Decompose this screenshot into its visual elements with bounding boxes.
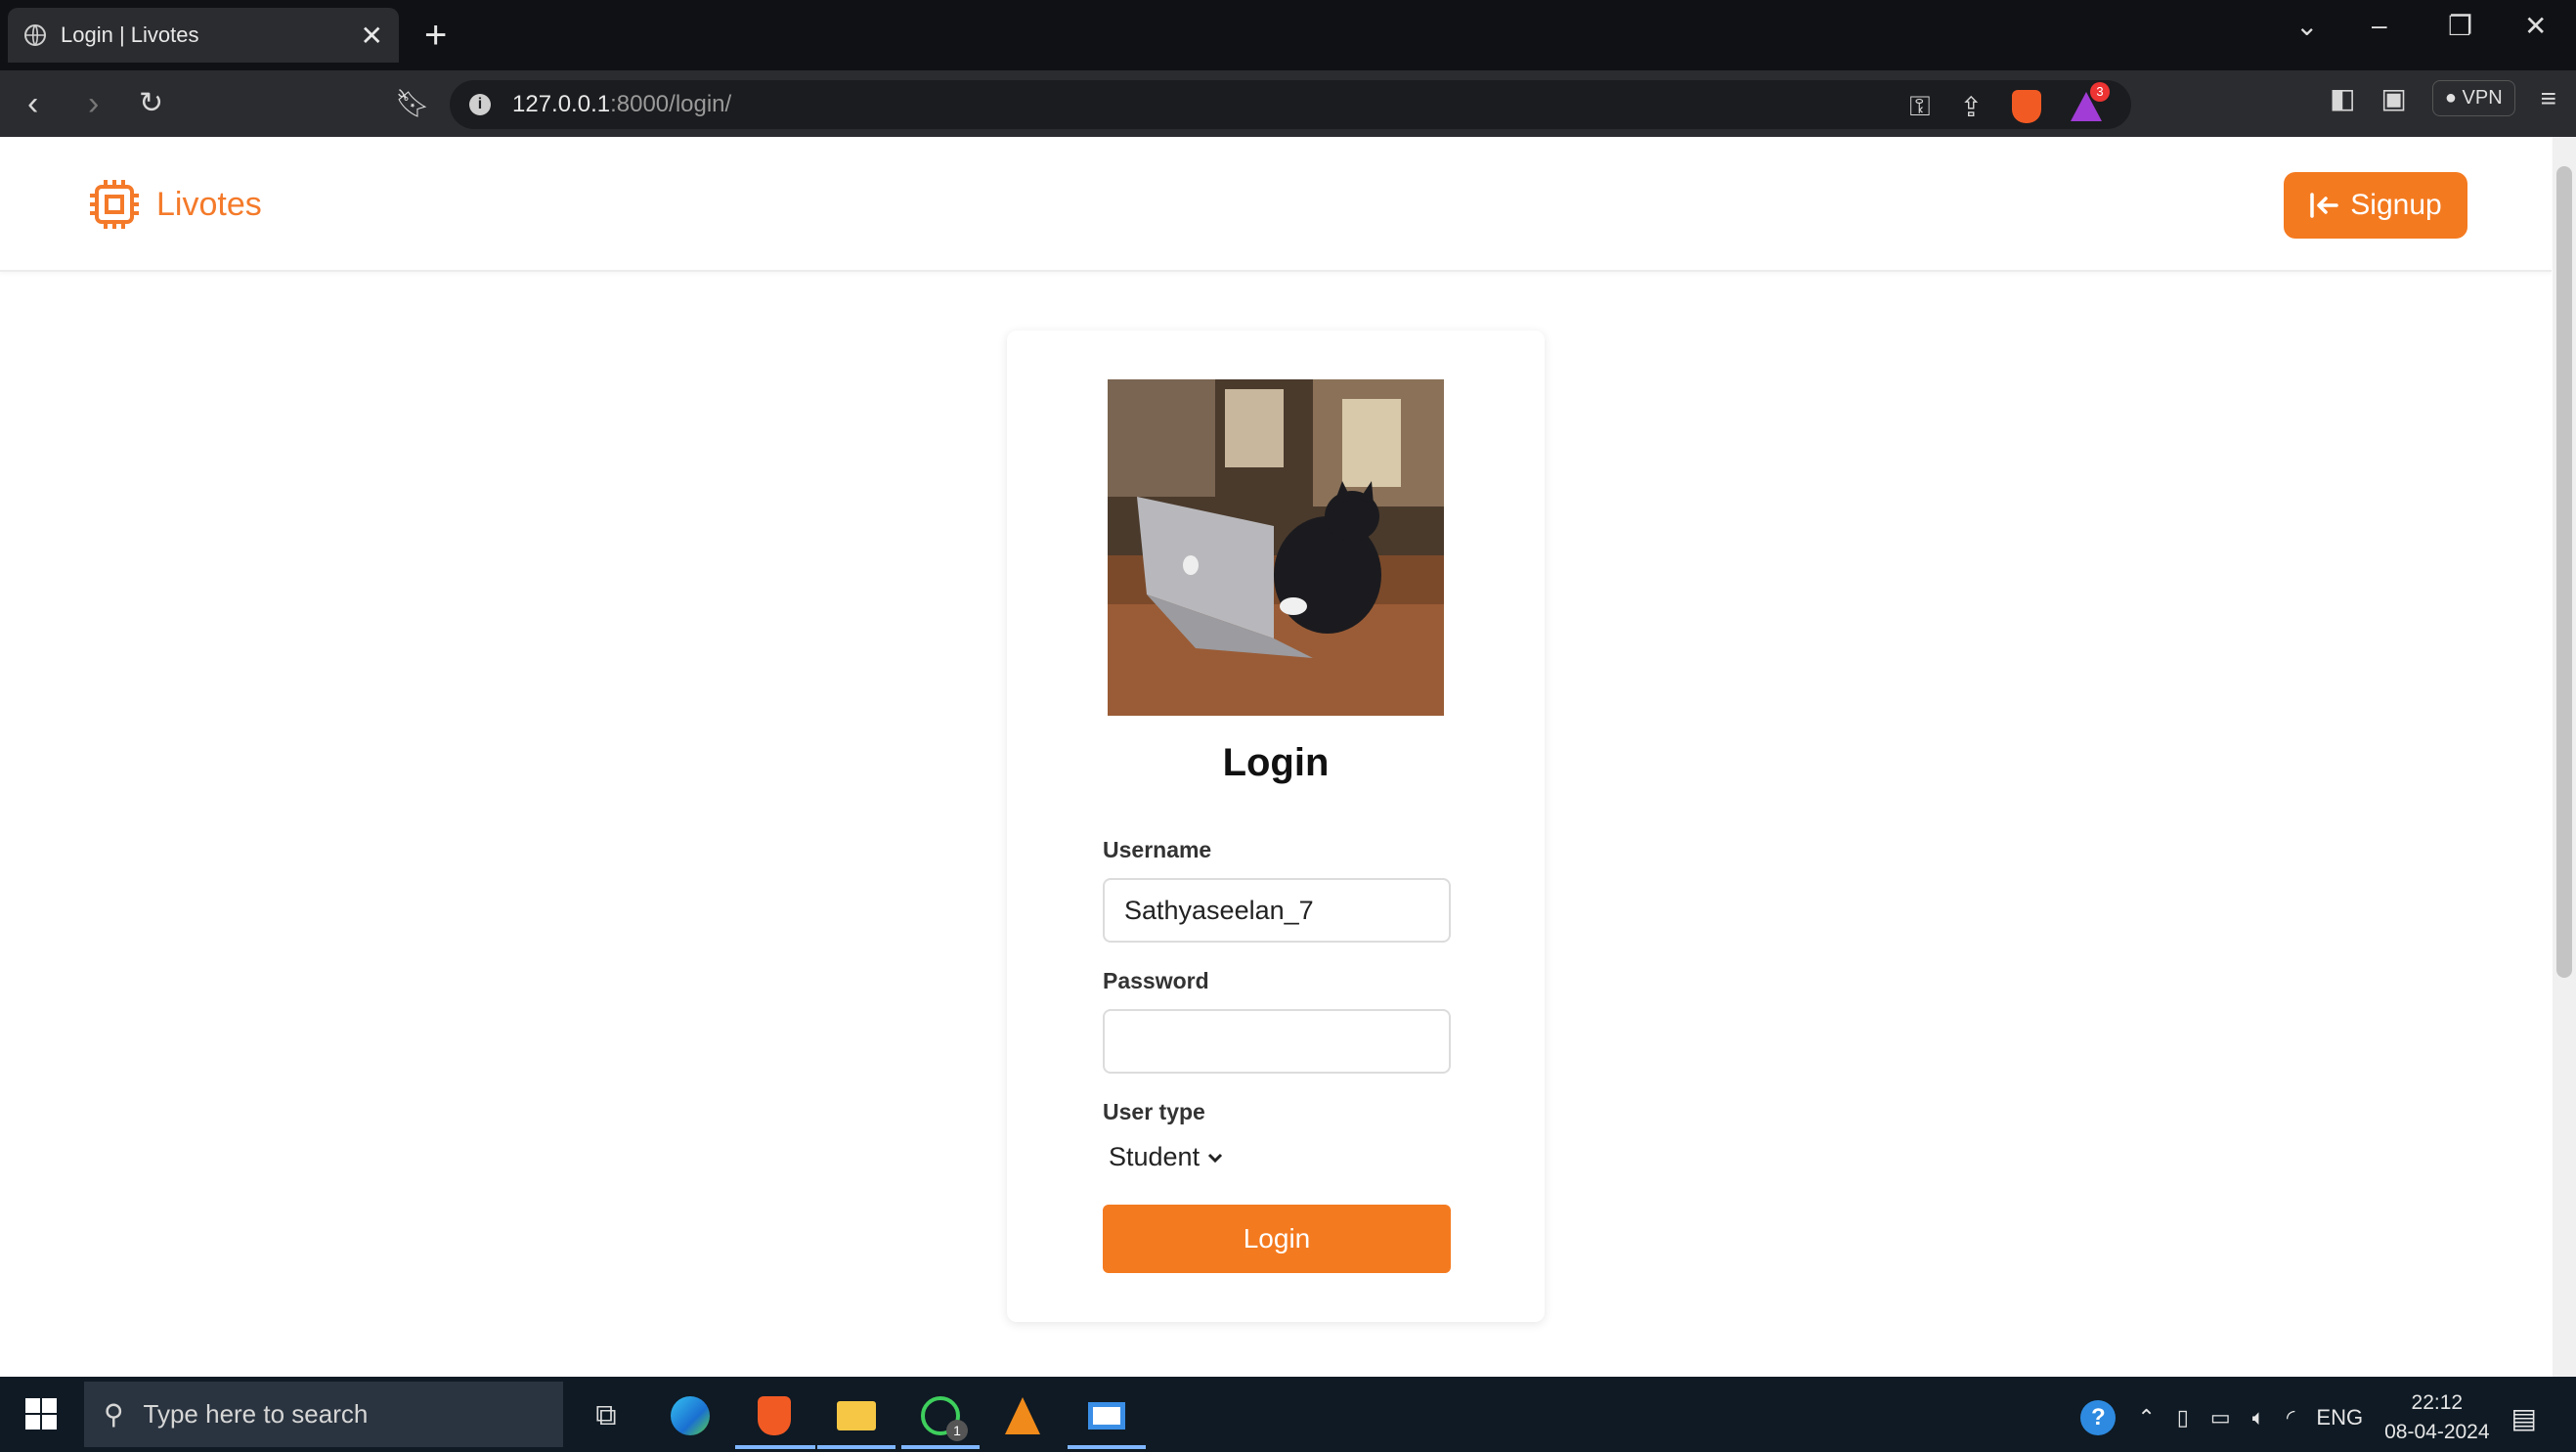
windows-taskbar: ⚲ Type here to search ⧉ 1 ? ⌃ ▯ ▭ 🔈︎ ◜ E… <box>0 1377 2576 1452</box>
url-host: 127.0.0.1 <box>512 91 611 117</box>
windows-start-icon[interactable] <box>25 1398 57 1430</box>
sidebar-icon[interactable]: ◧ <box>2330 82 2355 114</box>
volume-icon[interactable]: 🔈︎ <box>2252 1405 2265 1430</box>
page-scrollbar[interactable] <box>2553 137 2576 1377</box>
chevron-up-icon[interactable]: ⌃ <box>2137 1405 2155 1430</box>
battery-icon[interactable]: ▭ <box>2210 1405 2231 1430</box>
brand[interactable]: Livotes <box>86 176 262 233</box>
help-icon[interactable]: ? <box>2080 1400 2117 1435</box>
file-explorer-icon[interactable] <box>833 1392 880 1439</box>
username-label: Username <box>1103 837 1212 862</box>
share-icon[interactable]: ⇪ <box>1960 91 1983 123</box>
task-view-icon[interactable]: ⧉ <box>583 1392 630 1439</box>
wifi-icon[interactable]: ◜ <box>2287 1405 2295 1430</box>
login-heading: Login <box>1222 741 1330 784</box>
brave-active-indicator <box>735 1445 815 1449</box>
key-icon[interactable]: ⚿ <box>1909 91 1930 123</box>
back-icon[interactable]: ‹ <box>27 84 38 123</box>
clock[interactable]: 22:12 08-04-2024 <box>2384 1388 2489 1447</box>
tab-search-icon[interactable]: ⌄ <box>2295 10 2318 42</box>
login-card: Login Username Sathyaseelan_7 Password U… <box>1007 330 1545 1322</box>
site-navbar: Livotes Signup <box>0 137 2552 272</box>
restore-icon[interactable]: ❐ <box>2448 10 2472 42</box>
brave-shield-icon[interactable] <box>2012 90 2041 123</box>
username-value: Sathyaseelan_7 <box>1124 895 1314 925</box>
app-window-icon[interactable] <box>1083 1392 1130 1439</box>
device-icon[interactable]: ▯ <box>2177 1405 2189 1430</box>
brave-rewards-icon[interactable]: 3 <box>2071 82 2110 121</box>
notifications-icon[interactable]: ▤ <box>2511 1402 2537 1434</box>
signup-button[interactable]: Signup <box>2284 172 2467 239</box>
address-bar[interactable]: i 127.0.0.1:8000/login/ ⚿ ⇪ 3 <box>450 80 2131 129</box>
user-type-select[interactable]: Student <box>1109 1142 1223 1172</box>
tab-title: Login | Livotes <box>61 22 199 47</box>
site-info-icon[interactable]: i <box>469 94 491 115</box>
clock-time: 22:12 <box>2411 1391 2464 1414</box>
browser-toolbar: ‹ › ↻ 🔖︎ i 127.0.0.1:8000/login/ ⚿ ⇪ 3 ◧… <box>0 70 2576 137</box>
user-type-value: Student <box>1109 1142 1201 1171</box>
wallet-icon[interactable]: ▣ <box>2380 82 2406 114</box>
username-field[interactable]: Sathyaseelan_7 <box>1103 878 1451 943</box>
forward-icon[interactable]: › <box>88 84 99 123</box>
close-tab-icon[interactable]: ✕ <box>361 20 383 52</box>
taskbar-search-box[interactable]: ⚲ Type here to search <box>84 1382 563 1447</box>
edge-icon[interactable] <box>667 1392 714 1439</box>
brand-name: Livotes <box>156 185 262 223</box>
browser-tab-strip: Login | Livotes ✕ + ⌄ – ❐ ✕ <box>0 0 2576 70</box>
web-page: Livotes Signup Login Username Sathyaseel… <box>0 137 2576 1377</box>
language-indicator[interactable]: ENG <box>2316 1405 2363 1430</box>
password-label: Password <box>1103 968 1209 993</box>
login-button-label: Login <box>1243 1223 1311 1254</box>
whatsapp-badge: 1 <box>946 1420 968 1441</box>
whatsapp-active-indicator <box>901 1445 980 1449</box>
password-field[interactable] <box>1103 1009 1451 1074</box>
browser-tab[interactable]: Login | Livotes ✕ <box>8 8 399 63</box>
vpn-button[interactable]: ● VPN <box>2431 80 2515 116</box>
notification-badge: 3 <box>2090 82 2110 102</box>
search-placeholder: Type here to search <box>143 1399 369 1429</box>
chip-logo-icon <box>90 180 139 229</box>
signup-arrow-icon <box>2310 193 2339 218</box>
close-window-icon[interactable]: ✕ <box>2524 10 2547 42</box>
cat-laptop-image <box>1108 379 1444 716</box>
search-icon: ⚲ <box>104 1399 124 1430</box>
user-type-label: User type <box>1103 1099 1205 1124</box>
vlc-icon[interactable] <box>999 1392 1046 1439</box>
menu-icon[interactable]: ≡ <box>2541 83 2556 114</box>
minimize-icon[interactable]: – <box>2372 10 2387 41</box>
globe-icon <box>24 24 46 46</box>
signup-label: Signup <box>2350 189 2442 221</box>
new-tab-icon[interactable]: + <box>424 14 447 57</box>
login-button[interactable]: Login <box>1103 1205 1451 1273</box>
system-tray: ? ⌃ ▯ ▭ 🔈︎ ◜ ENG 22:12 08-04-2024 ▤ <box>2080 1388 2537 1447</box>
reload-icon[interactable]: ↻ <box>139 84 163 123</box>
chevron-down-icon <box>1208 1153 1223 1163</box>
scroll-thumb[interactable] <box>2556 166 2572 978</box>
explorer-active-indicator <box>817 1445 895 1449</box>
bookmark-icon[interactable]: 🔖︎ <box>395 84 430 123</box>
whatsapp-icon[interactable]: 1 <box>917 1392 968 1441</box>
clock-date: 08-04-2024 <box>2384 1421 2490 1443</box>
app-active-indicator <box>1068 1445 1146 1449</box>
url-path: :8000/login/ <box>610 91 732 117</box>
brave-taskbar-icon[interactable] <box>751 1392 798 1439</box>
